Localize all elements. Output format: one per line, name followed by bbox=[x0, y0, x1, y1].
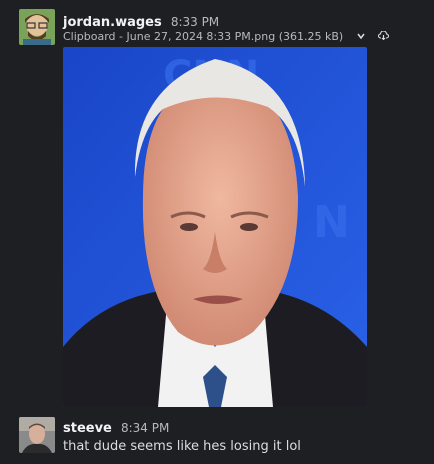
attachment-filename[interactable]: Clipboard - June 27, 2024 8:33 PM.png bbox=[63, 30, 275, 43]
avatar[interactable] bbox=[19, 417, 55, 453]
username[interactable]: jordan.wages bbox=[63, 15, 162, 30]
message-item: steeve 8:34 PM that dude seems like hes … bbox=[0, 410, 434, 464]
message-header: jordan.wages 8:33 PM bbox=[63, 11, 219, 30]
attachment-size: (361.25 kB) bbox=[278, 30, 344, 43]
timestamp: 8:34 PM bbox=[120, 421, 170, 435]
cloud-download-icon[interactable] bbox=[378, 30, 390, 43]
timestamp: 8:33 PM bbox=[170, 15, 220, 29]
avatar[interactable] bbox=[19, 9, 55, 45]
message-item: jordan.wages 8:33 PM Clipboard - June 27… bbox=[0, 0, 434, 410]
message-header: steeve 8:34 PM bbox=[63, 417, 169, 436]
username[interactable]: steeve bbox=[63, 421, 112, 436]
message-text: that dude seems like hes losing it lol bbox=[63, 439, 301, 454]
svg-text:N: N bbox=[313, 197, 350, 248]
attachment-image[interactable]: CNN N bbox=[63, 47, 367, 407]
attachment-info: Clipboard - June 27, 2024 8:33 PM.png (3… bbox=[63, 30, 390, 43]
chevron-down-icon[interactable] bbox=[357, 30, 365, 43]
